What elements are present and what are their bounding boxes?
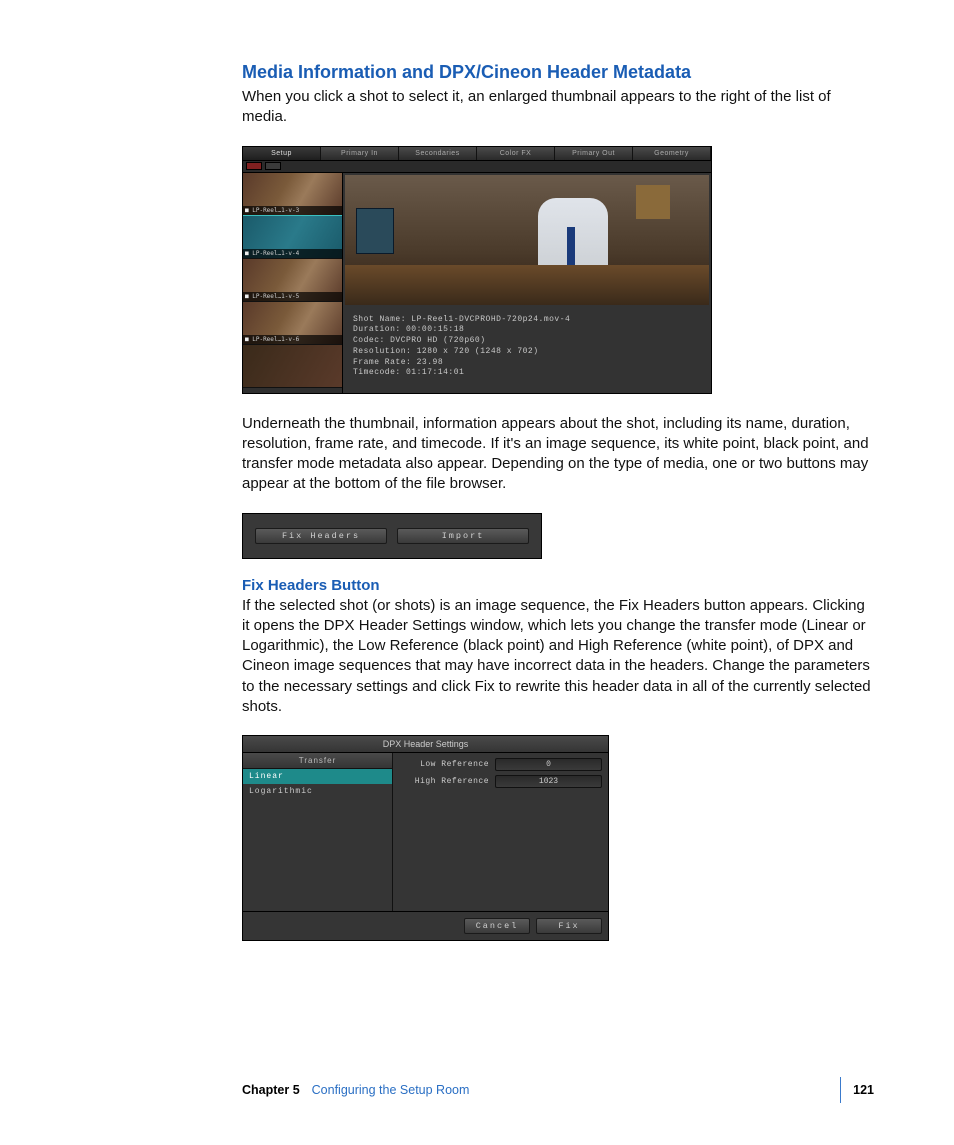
clip-label: LP-Reel…1-v-5 <box>243 292 342 301</box>
page-number: 121 <box>853 1083 874 1097</box>
cancel-button[interactable]: Cancel <box>464 918 530 934</box>
mode-toggle-icon <box>265 162 281 170</box>
section-heading: Media Information and DPX/Cineon Header … <box>242 62 874 83</box>
clip-label: LP-Reel…1-v-4 <box>243 249 342 258</box>
window-title: DPX Header Settings <box>243 736 608 753</box>
clip-item[interactable]: LP-Reel…1-v-3 <box>243 173 342 216</box>
transfer-option-logarithmic[interactable]: Logarithmic <box>243 784 392 799</box>
tab-geometry[interactable]: Geometry <box>633 147 711 160</box>
high-reference-field[interactable]: 1023 <box>495 775 602 788</box>
buttons-screenshot: Fix Headers Import <box>242 513 542 559</box>
shot-metadata: Shot Name: LP-Reel1-DVCPROHD-720p24.mov-… <box>343 307 711 388</box>
low-reference-label: Low Reference <box>399 760 489 769</box>
tab-setup[interactable]: Setup <box>243 147 321 160</box>
dialog-footer: Cancel Fix <box>243 911 608 940</box>
intro-paragraph: When you click a shot to select it, an e… <box>242 87 874 128</box>
subheading: Fix Headers Button <box>242 577 874 594</box>
page-footer: Chapter 5 Configuring the Setup Room 121 <box>242 1083 874 1097</box>
tab-primary-in[interactable]: Primary In <box>321 147 399 160</box>
body-paragraph: Underneath the thumbnail, information ap… <box>242 414 874 495</box>
tab-secondaries[interactable]: Secondaries <box>399 147 477 160</box>
clip-item[interactable]: LP-Reel…1-v-6 <box>243 302 342 345</box>
dpx-header-settings-window: DPX Header Settings Transfer Linear Loga… <box>242 735 609 941</box>
reference-panel: Low Reference 0 High Reference 1023 <box>393 753 608 911</box>
record-indicator-icon <box>246 162 262 170</box>
low-reference-field[interactable]: 0 <box>495 758 602 771</box>
clip-label: LP-Reel…1-v-6 <box>243 335 342 344</box>
import-button[interactable]: Import <box>397 528 529 544</box>
preview-thumbnail <box>345 175 709 305</box>
toolbar <box>243 161 711 173</box>
clip-item[interactable]: LP-Reel…1-v-5 <box>243 259 342 302</box>
clip-list: LP-Reel…1-v-3 LP-Reel…1-v-4 LP-Reel…1-v-… <box>243 173 343 393</box>
high-reference-label: High Reference <box>399 777 489 786</box>
footer-divider-icon <box>840 1077 841 1103</box>
transfer-header: Transfer <box>243 753 392 769</box>
media-browser-screenshot: Setup Primary In Secondaries Color FX Pr… <box>242 146 712 394</box>
clip-item-selected[interactable]: LP-Reel…1-v-4 <box>243 216 342 259</box>
transfer-option-linear[interactable]: Linear <box>243 769 392 784</box>
body-paragraph: If the selected shot (or shots) is an im… <box>242 596 874 718</box>
transfer-panel: Transfer Linear Logarithmic <box>243 753 393 911</box>
clip-label: LP-Reel…1-v-3 <box>243 206 342 215</box>
fix-headers-button[interactable]: Fix Headers <box>255 528 387 544</box>
clip-item[interactable] <box>243 345 342 388</box>
tab-primary-out[interactable]: Primary Out <box>555 147 633 160</box>
clip-thumbnail-icon <box>243 345 342 387</box>
fix-button[interactable]: Fix <box>536 918 602 934</box>
preview-pane: Shot Name: LP-Reel1-DVCPROHD-720p24.mov-… <box>343 173 711 393</box>
tab-color-fx[interactable]: Color FX <box>477 147 555 160</box>
room-tabs: Setup Primary In Secondaries Color FX Pr… <box>243 147 711 161</box>
chapter-title: Configuring the Setup Room <box>312 1083 828 1097</box>
chapter-number: Chapter 5 <box>242 1083 300 1097</box>
